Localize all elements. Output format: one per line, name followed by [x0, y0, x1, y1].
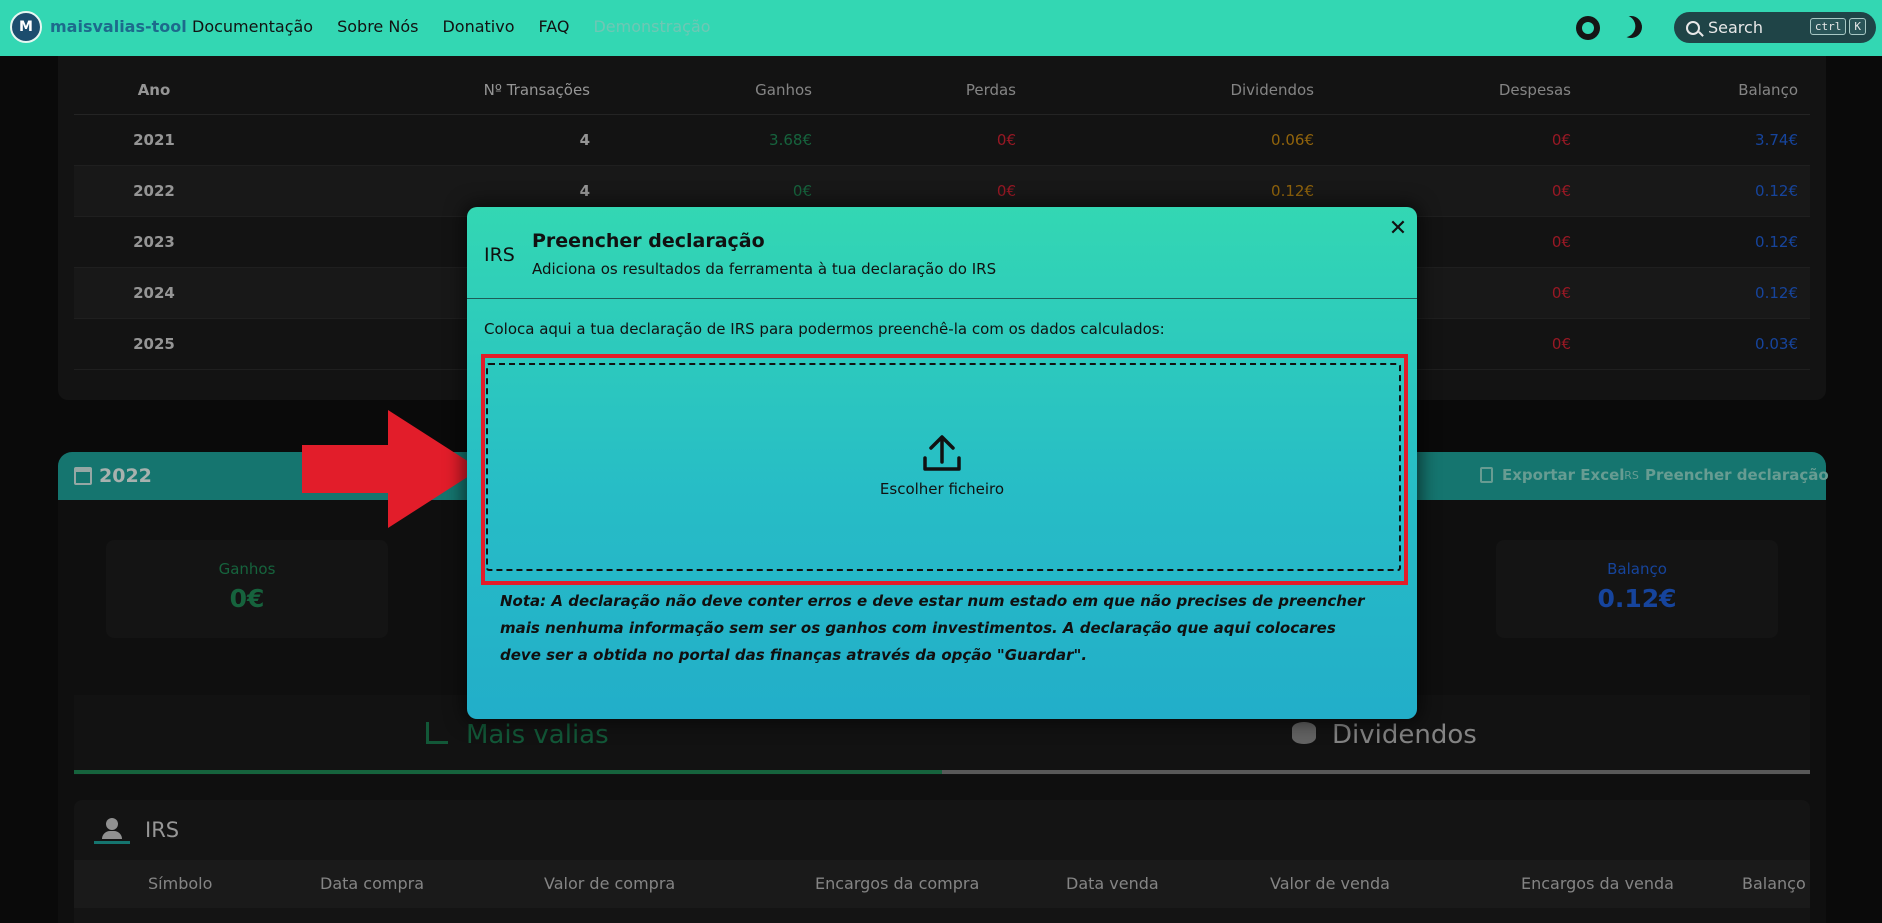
kbd-k: K [1849, 18, 1866, 35]
search-shortcut: ctrl K [1809, 18, 1866, 35]
annotation-arrow-icon [302, 410, 480, 528]
brand-name[interactable]: maisvalias-tool [50, 17, 187, 36]
nav-link-faq[interactable]: FAQ [538, 17, 569, 36]
choose-file-label[interactable]: Escolher ficheiro [0, 480, 1882, 498]
logo-icon[interactable]: M [10, 11, 42, 43]
nav-link-demonstracao[interactable]: Demonstração [593, 17, 710, 36]
nav-link-donativo[interactable]: Donativo [442, 17, 514, 36]
nav-links: Documentação Sobre Nós Donativo FAQ Demo… [192, 17, 711, 36]
nav-link-documentacao[interactable]: Documentação [192, 17, 313, 36]
modal-irs-badge: IRS [484, 244, 515, 266]
modal-subtitle: Adiciona os resultados da ferramenta à t… [532, 260, 997, 278]
modal-divider [467, 298, 1417, 299]
search-icon [1686, 20, 1700, 35]
close-icon[interactable]: ✕ [1386, 216, 1410, 240]
modal-title: Preencher declaração [532, 230, 765, 252]
nav-link-sobre-nos[interactable]: Sobre Nós [337, 17, 418, 36]
kbd-ctrl: ctrl [1809, 18, 1847, 35]
github-icon[interactable] [1576, 16, 1600, 40]
moon-icon[interactable] [1617, 13, 1645, 41]
modal-instruction: Coloca aqui a tua declaração de IRS para… [484, 320, 1165, 338]
modal-note: Nota: A declaração não deve conter erros… [500, 592, 1365, 664]
page: M maisvalias-tool Documentação Sobre Nós… [0, 0, 1882, 923]
upload-icon [923, 435, 961, 471]
search-label: Search [1708, 18, 1763, 37]
search-button[interactable]: Search ctrl K [1674, 12, 1876, 43]
navbar: M maisvalias-tool Documentação Sobre Nós… [0, 0, 1882, 56]
